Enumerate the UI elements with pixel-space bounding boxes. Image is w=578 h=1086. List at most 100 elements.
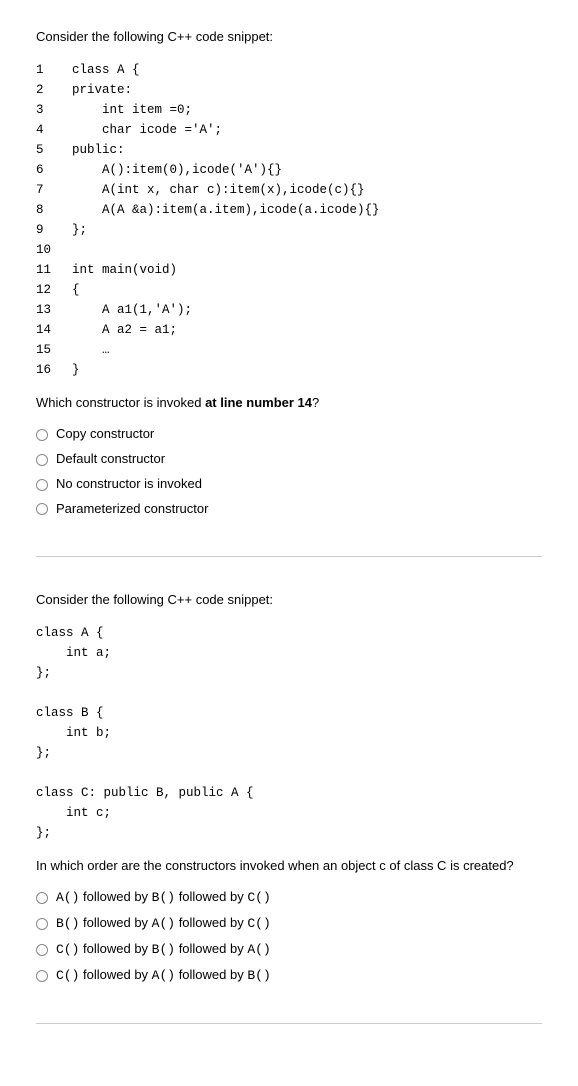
line-number: 9 <box>36 220 72 240</box>
code-text: private: <box>72 80 542 100</box>
code-line: 3 int item =0; <box>36 100 542 120</box>
question-1-text: Which constructor is invoked at line num… <box>36 394 542 412</box>
line-number: 6 <box>36 160 72 180</box>
separator-2 <box>36 1023 542 1024</box>
line-number: 16 <box>36 360 72 380</box>
inline-code: B() <box>152 890 175 905</box>
option-row[interactable]: B() followed by A() followed by C() <box>36 911 542 937</box>
question-text-part: is created? <box>446 858 513 873</box>
option-label: Default constructor <box>56 451 165 468</box>
option-row[interactable]: No constructor is invoked <box>36 472 542 497</box>
code-line: 1class A { <box>36 60 542 80</box>
option-text-part: followed by <box>79 915 151 930</box>
code-line: 4 char icode ='A'; <box>36 120 542 140</box>
radio-icon[interactable] <box>36 918 48 930</box>
question-1-prompt: Consider the following C++ code snippet: <box>36 28 542 46</box>
option-row[interactable]: C() followed by A() followed by B() <box>36 963 542 989</box>
option-label: C() followed by A() followed by B() <box>56 967 271 985</box>
option-row[interactable]: Default constructor <box>36 447 542 472</box>
option-label: B() followed by A() followed by C() <box>56 915 271 933</box>
question-1-text-post: ? <box>312 395 319 410</box>
code-line: 9}; <box>36 220 542 240</box>
code-text: A a1(1,'A'); <box>72 300 542 320</box>
question-1-code: 1class A {2private:3 int item =0;4 char … <box>36 60 542 380</box>
code-text: int main(void) <box>72 260 542 280</box>
option-label: Parameterized constructor <box>56 501 208 518</box>
code-line: 16} <box>36 360 542 380</box>
line-number: 2 <box>36 80 72 100</box>
line-number: 4 <box>36 120 72 140</box>
line-number: 5 <box>36 140 72 160</box>
line-number: 10 <box>36 240 72 260</box>
code-line: 13 A a1(1,'A'); <box>36 300 542 320</box>
line-number: 14 <box>36 320 72 340</box>
inline-code: B() <box>56 916 79 931</box>
code-text: A():item(0),icode('A'){} <box>72 160 542 180</box>
line-number: 7 <box>36 180 72 200</box>
option-label: C() followed by B() followed by A() <box>56 941 271 959</box>
code-text: A(int x, char c):item(x),icode(c){} <box>72 180 542 200</box>
option-text-part: followed by <box>175 889 247 904</box>
option-text-part: followed by <box>175 941 247 956</box>
inline-code: class C <box>404 858 447 873</box>
line-number: 15 <box>36 340 72 360</box>
inline-code: C() <box>247 916 270 931</box>
inline-code: A() <box>247 942 270 957</box>
radio-icon[interactable] <box>36 479 48 491</box>
code-line: 8 A(A &a):item(a.item),icode(a.icode){} <box>36 200 542 220</box>
inline-code: B() <box>152 942 175 957</box>
line-number: 12 <box>36 280 72 300</box>
code-text <box>72 240 542 260</box>
line-number: 1 <box>36 60 72 80</box>
radio-icon[interactable] <box>36 503 48 515</box>
option-row[interactable]: A() followed by B() followed by C() <box>36 885 542 911</box>
code-text: } <box>72 360 542 380</box>
code-line: 15 … <box>36 340 542 360</box>
option-label: A() followed by B() followed by C() <box>56 889 271 907</box>
code-text: public: <box>72 140 542 160</box>
code-line: 10 <box>36 240 542 260</box>
option-text-part: followed by <box>79 967 151 982</box>
code-line: 12{ <box>36 280 542 300</box>
option-row[interactable]: Parameterized constructor <box>36 497 542 522</box>
code-line: 2private: <box>36 80 542 100</box>
question-text-part: In which order are the constructors invo… <box>36 858 379 873</box>
question-2-options: A() followed by B() followed by C()B() f… <box>36 885 542 989</box>
radio-icon[interactable] <box>36 970 48 982</box>
code-text: A(A &a):item(a.item),icode(a.icode){} <box>72 200 542 220</box>
inline-code: C() <box>247 890 270 905</box>
line-number: 11 <box>36 260 72 280</box>
radio-icon[interactable] <box>36 429 48 441</box>
question-1-text-bold: at line number 14 <box>205 395 312 410</box>
option-label: Copy constructor <box>56 426 154 443</box>
option-text-part: followed by <box>175 967 247 982</box>
inline-code: C() <box>56 942 79 957</box>
code-text: … <box>72 340 542 360</box>
inline-code: A() <box>56 890 79 905</box>
inline-code: A() <box>152 968 175 983</box>
option-row[interactable]: C() followed by B() followed by A() <box>36 937 542 963</box>
radio-icon[interactable] <box>36 454 48 466</box>
line-number: 3 <box>36 100 72 120</box>
option-text-part: followed by <box>79 941 151 956</box>
code-text: A a2 = a1; <box>72 320 542 340</box>
line-number: 13 <box>36 300 72 320</box>
code-text: int item =0; <box>72 100 542 120</box>
code-text: }; <box>72 220 542 240</box>
code-line: 14 A a2 = a1; <box>36 320 542 340</box>
option-row[interactable]: Copy constructor <box>36 422 542 447</box>
question-2-text: In which order are the constructors invo… <box>36 857 542 875</box>
code-text: { <box>72 280 542 300</box>
code-text: class A { <box>72 60 542 80</box>
option-text-part: followed by <box>79 889 151 904</box>
radio-icon[interactable] <box>36 892 48 904</box>
question-2-prompt: Consider the following C++ code snippet: <box>36 591 542 609</box>
code-line: 7 A(int x, char c):item(x),icode(c){} <box>36 180 542 200</box>
separator <box>36 556 542 557</box>
line-number: 8 <box>36 200 72 220</box>
radio-icon[interactable] <box>36 944 48 956</box>
question-1-options: Copy constructor Default constructor No co… <box>36 422 542 522</box>
question-2: Consider the following C++ code snippet:… <box>36 591 542 989</box>
inline-code: B() <box>247 968 270 983</box>
option-label: No constructor is invoked <box>56 476 202 493</box>
